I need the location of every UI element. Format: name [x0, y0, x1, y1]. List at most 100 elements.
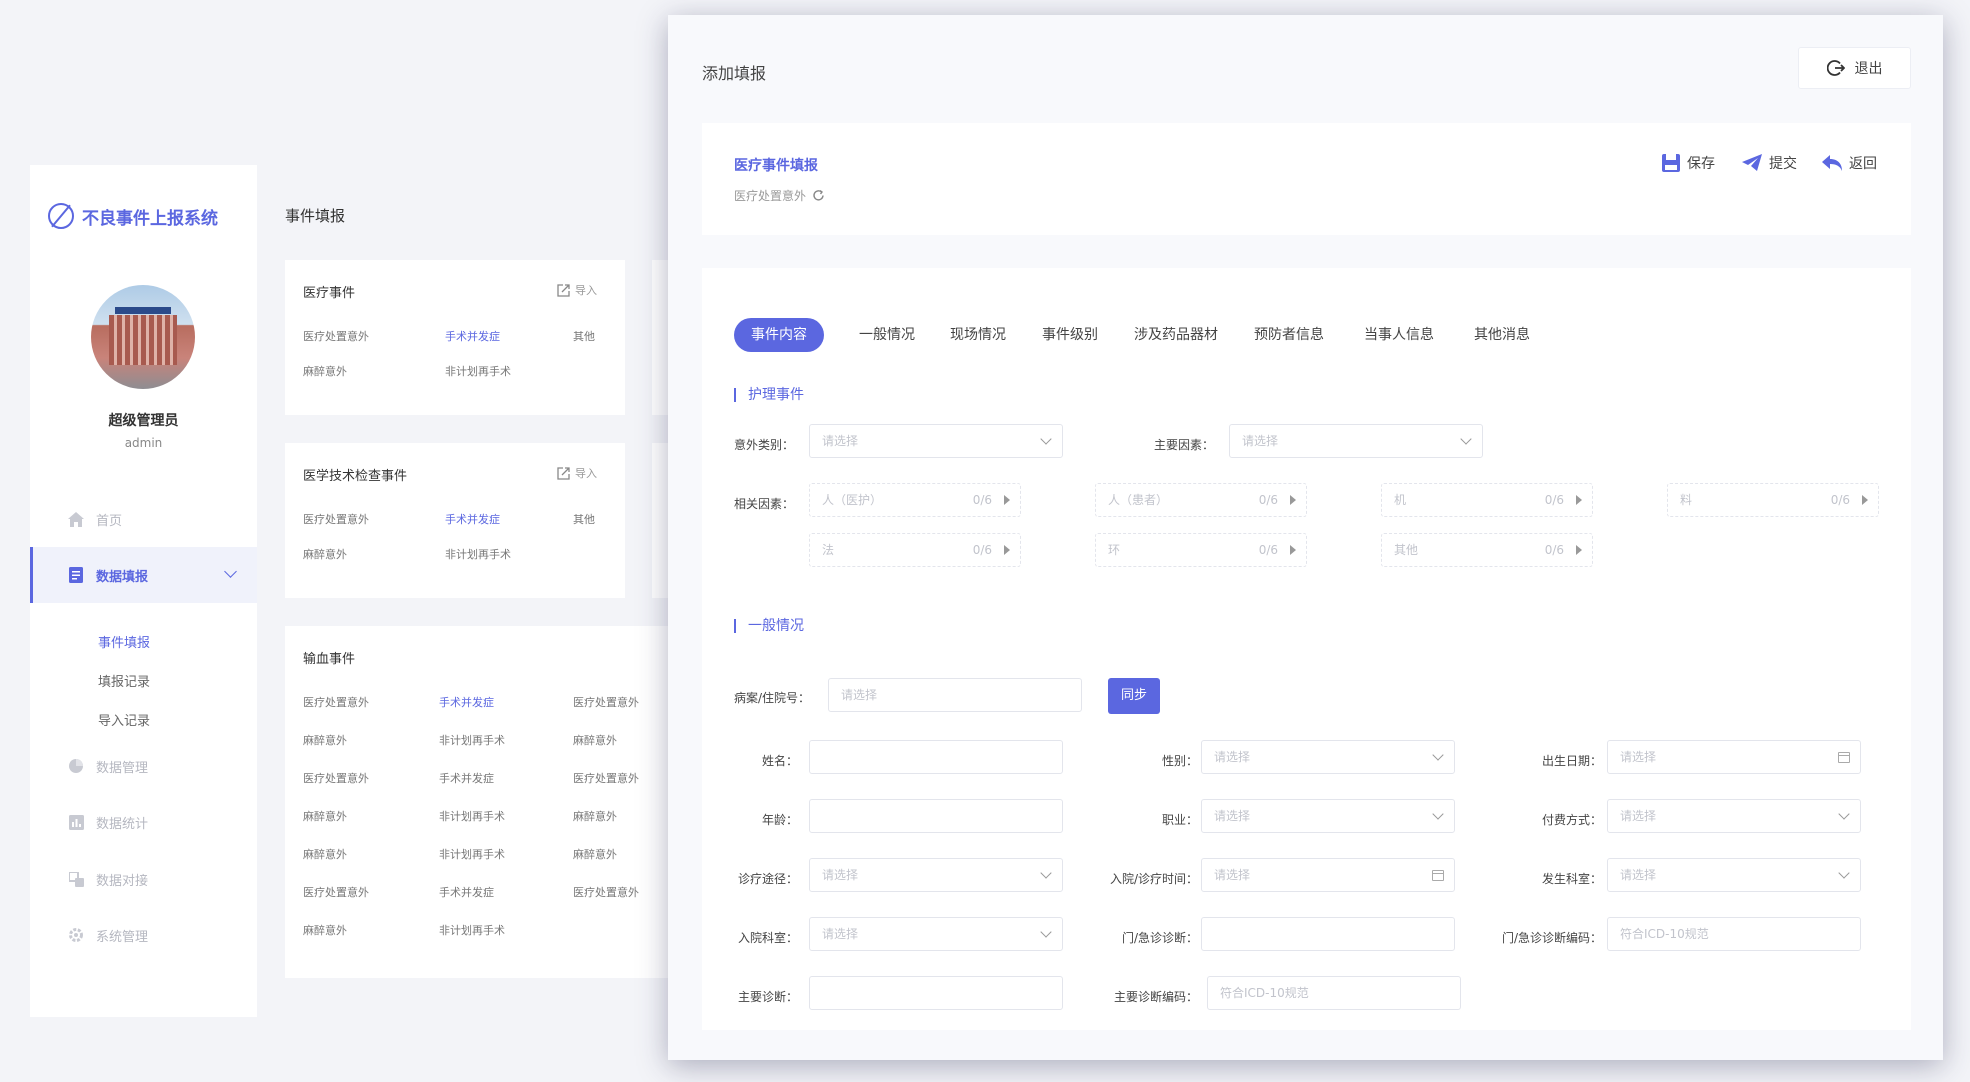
exit-button[interactable]: 退出 [1798, 47, 1911, 89]
tab-other-info[interactable]: 其他消息 [1474, 318, 1530, 352]
card-link[interactable]: 医疗处置意外 [573, 770, 639, 786]
er-diagnosis-code-input[interactable]: 符合ICD-10规范 [1607, 917, 1861, 951]
card-link[interactable]: 手术并发症 [439, 770, 494, 786]
main-diagnosis-code-label: 主要诊断编码： [1113, 990, 1198, 1004]
main-diagnosis-code-input[interactable]: 符合ICD-10规范 [1207, 976, 1461, 1010]
gender-select[interactable]: 请选择 [1201, 740, 1455, 774]
calendar-icon [1838, 752, 1850, 763]
card-link[interactable]: 手术并发症 [439, 694, 494, 710]
card-link[interactable]: 麻醉意外 [303, 732, 347, 748]
add-report-dialog: 添加填报 退出 医疗事件填报 医疗处置意外 保存 提交 返回 事件内容 一般情况… [668, 15, 1943, 1060]
card-link[interactable]: 麻醉意外 [573, 732, 617, 748]
caret-right-icon [1862, 495, 1868, 505]
card-link[interactable]: 手术并发症 [445, 328, 500, 344]
card-link[interactable]: 非计划再手术 [445, 546, 511, 562]
tab-event-level[interactable]: 事件级别 [1042, 318, 1098, 352]
main-diagnosis-input[interactable] [809, 976, 1063, 1010]
chevron-down-icon [1838, 867, 1850, 879]
avatar[interactable] [91, 285, 195, 389]
card-link[interactable]: 医疗处置意外 [303, 328, 369, 344]
tab-event-content[interactable]: 事件内容 [734, 318, 824, 352]
import-icon [557, 283, 570, 297]
back-button[interactable]: 返回 [1822, 153, 1877, 173]
refresh-icon[interactable] [812, 189, 825, 202]
sub-item-event-entry[interactable]: 事件填报 [98, 632, 150, 651]
card-link[interactable]: 手术并发症 [445, 511, 500, 527]
nav-item-data-manage[interactable]: 数据管理 [30, 743, 257, 789]
card-link[interactable]: 麻醉意外 [573, 846, 617, 862]
card-link[interactable]: 医疗处置意外 [303, 884, 369, 900]
pay-method-select[interactable]: 请选择 [1607, 799, 1861, 833]
card-link[interactable]: 麻醉意外 [303, 546, 347, 562]
card-link[interactable]: 非计划再手术 [439, 922, 505, 938]
job-select[interactable]: 请选择 [1201, 799, 1455, 833]
card-link[interactable]: 医疗处置意外 [303, 511, 369, 527]
route-label: 诊疗途径： [737, 872, 798, 886]
form-icon [68, 567, 84, 583]
nav-item-data-entry[interactable]: 数据填报 [30, 547, 257, 603]
admit-time-picker[interactable]: 请选择 [1201, 858, 1455, 892]
nav-item-data-stats[interactable]: 数据统计 [30, 799, 257, 845]
occur-dept-select[interactable]: 请选择 [1607, 858, 1861, 892]
factor-selector-other[interactable]: 其他 0/6 [1381, 533, 1593, 567]
er-diagnosis-input[interactable] [1201, 917, 1455, 951]
nav-item-system-manage[interactable]: 系统管理 [30, 912, 257, 958]
record-no-input[interactable]: 请选择 [828, 678, 1082, 712]
sync-button[interactable]: 同步 [1108, 678, 1160, 714]
chevron-down-icon [1040, 433, 1052, 445]
chevron-down-icon [1040, 926, 1052, 938]
tab-drugs-devices[interactable]: 涉及药品器材 [1134, 318, 1218, 352]
card-link[interactable]: 非计划再手术 [439, 846, 505, 862]
chevron-down-icon [1432, 749, 1444, 761]
card-link[interactable]: 麻醉意外 [303, 922, 347, 938]
factor-selector-method[interactable]: 法 0/6 [809, 533, 1021, 567]
report-header-panel: 医疗事件填报 医疗处置意外 保存 提交 返回 [702, 123, 1911, 235]
er-diagnosis-code-label: 门/急诊诊断编码： [1501, 931, 1602, 945]
main-factor-label: 主要因素： [1154, 438, 1215, 452]
card-link[interactable]: 其他 [573, 511, 595, 527]
card-link[interactable]: 麻醉意外 [303, 846, 347, 862]
nav-item-data-connect[interactable]: 数据对接 [30, 856, 257, 902]
import-button[interactable]: 导入 [557, 282, 597, 298]
card-link[interactable]: 麻醉意外 [573, 808, 617, 824]
card-link[interactable]: 医疗处置意外 [573, 884, 639, 900]
caret-right-icon [1576, 545, 1582, 555]
birth-date-picker[interactable]: 请选择 [1607, 740, 1861, 774]
factor-selector-patient[interactable]: 人（患者） 0/6 [1095, 483, 1307, 517]
card-link[interactable]: 医疗处置意外 [303, 694, 369, 710]
occur-dept-label: 发生科室： [1541, 872, 1602, 886]
nav-item-home[interactable]: 首页 [30, 496, 257, 542]
card-link[interactable]: 非计划再手术 [439, 732, 505, 748]
card-link[interactable]: 其他 [573, 328, 595, 344]
tab-general[interactable]: 一般情况 [859, 318, 915, 352]
factor-selector-environment[interactable]: 环 0/6 [1095, 533, 1307, 567]
accident-type-select[interactable]: 请选择 [809, 424, 1063, 458]
chevron-down-icon [1040, 867, 1052, 879]
factor-selector-staff[interactable]: 人（医护） 0/6 [809, 483, 1021, 517]
name-input[interactable] [809, 740, 1063, 774]
tab-party-info[interactable]: 当事人信息 [1364, 318, 1434, 352]
app-title: 不良事件上报系统 [82, 208, 218, 229]
factor-selector-material[interactable]: 料 0/6 [1667, 483, 1879, 517]
tab-preventer-info[interactable]: 预防者信息 [1254, 318, 1324, 352]
birth-date-label: 出生日期： [1541, 754, 1602, 768]
tab-scene[interactable]: 现场情况 [950, 318, 1006, 352]
main-factor-select[interactable]: 请选择 [1229, 424, 1483, 458]
card-link[interactable]: 非计划再手术 [445, 363, 511, 379]
route-select[interactable]: 请选择 [809, 858, 1063, 892]
import-button[interactable]: 导入 [557, 465, 597, 481]
card-link[interactable]: 非计划再手术 [439, 808, 505, 824]
age-input[interactable] [809, 799, 1063, 833]
card-link[interactable]: 麻醉意外 [303, 363, 347, 379]
factor-selector-machine[interactable]: 机 0/6 [1381, 483, 1593, 517]
save-button[interactable]: 保存 [1662, 153, 1715, 173]
card-link[interactable]: 麻醉意外 [303, 808, 347, 824]
card-link[interactable]: 手术并发症 [439, 884, 494, 900]
card-link[interactable]: 医疗处置意外 [303, 770, 369, 786]
admit-dept-select[interactable]: 请选择 [809, 917, 1063, 951]
sub-item-entry-records[interactable]: 填报记录 [98, 671, 150, 690]
page-title: 事件填报 [285, 207, 346, 225]
submit-button[interactable]: 提交 [1742, 153, 1797, 173]
card-link[interactable]: 医疗处置意外 [573, 694, 639, 710]
sub-item-import-records[interactable]: 导入记录 [98, 710, 150, 729]
